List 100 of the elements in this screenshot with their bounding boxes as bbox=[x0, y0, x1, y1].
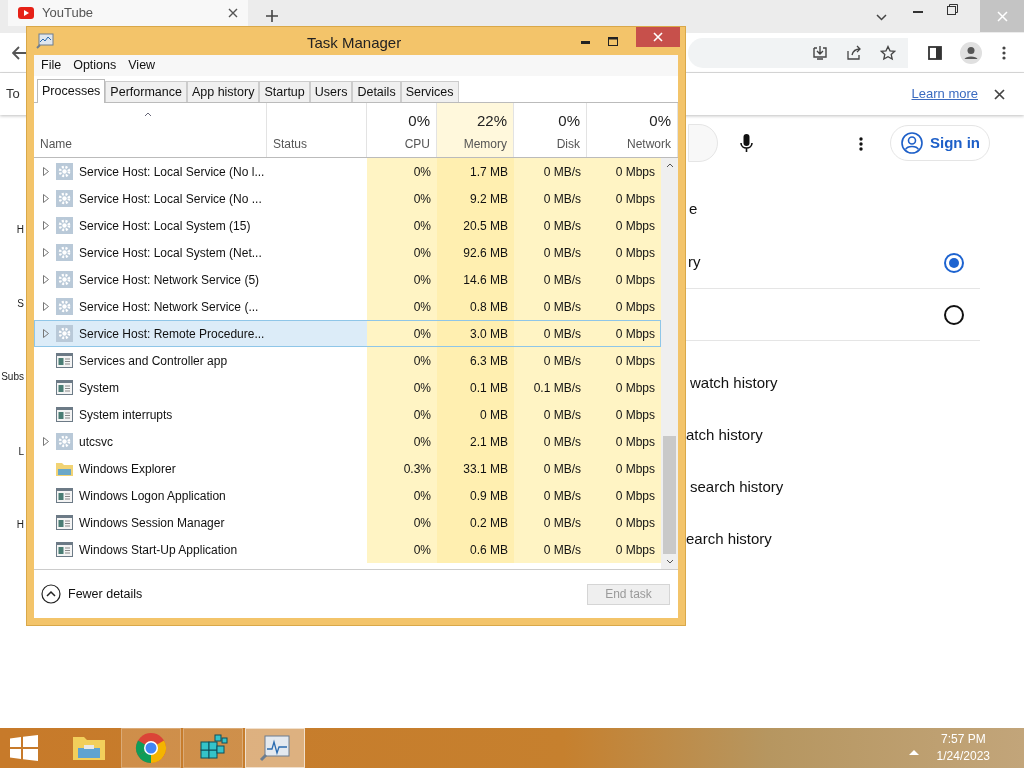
gear-icon bbox=[56, 271, 73, 288]
expand-arrow-icon[interactable] bbox=[43, 302, 51, 311]
window-icon bbox=[56, 353, 73, 368]
expand-arrow-icon[interactable] bbox=[43, 248, 51, 257]
table-cell: 0 Mbps bbox=[587, 428, 661, 455]
sidebar-text[interactable]: H bbox=[16, 517, 24, 532]
tab[interactable]: Details bbox=[352, 81, 401, 102]
scroll-up-icon[interactable] bbox=[665, 163, 674, 168]
column-total: 0% bbox=[558, 110, 580, 131]
windows-start-icon[interactable] bbox=[10, 735, 38, 761]
window-icon bbox=[56, 407, 73, 422]
sign-in-button[interactable]: Sign in bbox=[890, 125, 990, 161]
history-action[interactable]: atch history bbox=[686, 425, 784, 445]
sidebar-text[interactable]: H bbox=[16, 222, 24, 237]
taskbar-button[interactable] bbox=[121, 728, 181, 768]
process-name: Windows Session Manager bbox=[79, 514, 225, 532]
expand-arrow-icon[interactable] bbox=[43, 275, 51, 284]
restore-icon[interactable] bbox=[947, 4, 958, 15]
collapse-icon[interactable] bbox=[41, 584, 61, 604]
table-cell: 0% bbox=[367, 212, 437, 239]
table-cell: 0% bbox=[367, 158, 437, 185]
tab[interactable]: Performance bbox=[105, 81, 187, 102]
browser-tab[interactable]: YouTube bbox=[8, 0, 248, 26]
table-cell: 0 Mbps bbox=[587, 158, 661, 185]
chevron-down-icon[interactable] bbox=[876, 14, 887, 21]
star-icon[interactable] bbox=[880, 44, 896, 61]
column-header[interactable]: Name bbox=[40, 135, 266, 153]
menu-item[interactable]: View bbox=[128, 56, 156, 75]
share-icon[interactable] bbox=[846, 44, 862, 61]
table-cell: 0% bbox=[367, 482, 437, 509]
expand-arrow-icon[interactable] bbox=[43, 194, 51, 203]
close-icon bbox=[996, 10, 1008, 22]
table-cell: 0% bbox=[367, 374, 437, 401]
taskbar-button[interactable] bbox=[245, 728, 305, 768]
table-cell: 0 MB/s bbox=[514, 239, 587, 266]
close-icon[interactable] bbox=[994, 88, 1005, 100]
expand-arrow-icon[interactable] bbox=[43, 221, 51, 230]
scrollbar-thumb[interactable] bbox=[663, 436, 676, 554]
process-name: Service Host: Local Service (No ... bbox=[79, 190, 262, 208]
history-action[interactable]: earch history bbox=[686, 529, 784, 549]
close-icon[interactable] bbox=[228, 8, 238, 18]
tab[interactable]: Processes bbox=[37, 79, 106, 103]
table-cell: 0 MB/s bbox=[514, 455, 587, 482]
microphone-icon[interactable] bbox=[740, 134, 753, 153]
gear-icon bbox=[56, 190, 73, 207]
install-icon[interactable] bbox=[812, 44, 828, 61]
maximize-icon[interactable] bbox=[608, 36, 618, 46]
tab[interactable]: App history bbox=[186, 81, 260, 102]
column-header[interactable]: Disk bbox=[556, 135, 580, 153]
scrollbar[interactable] bbox=[661, 158, 678, 569]
table-cell: 0% bbox=[367, 347, 437, 374]
gear-icon bbox=[56, 433, 73, 450]
learn-more-link[interactable]: Learn more bbox=[911, 84, 978, 104]
table-cell: 0 Mbps bbox=[587, 401, 661, 428]
table-cell: 0 MB bbox=[437, 401, 514, 428]
tab[interactable]: Startup bbox=[259, 81, 310, 102]
menu-item[interactable]: Options bbox=[73, 56, 117, 75]
side-panel-icon[interactable] bbox=[928, 45, 942, 60]
fewer-details-link[interactable]: Fewer details bbox=[68, 584, 143, 604]
column-header[interactable]: CPU bbox=[404, 135, 430, 153]
column-total: 0% bbox=[408, 110, 430, 131]
profile-icon[interactable] bbox=[960, 41, 982, 64]
show-hidden-icons-icon[interactable] bbox=[908, 749, 919, 755]
tab[interactable]: Users bbox=[309, 81, 353, 102]
sidebar-text[interactable]: L bbox=[18, 444, 24, 459]
close-button[interactable] bbox=[636, 27, 680, 47]
selected-row[interactable]: Service Host: Remote Procedure... 0% 3.0 MB 0 MB/s 0 Mbps bbox=[34, 320, 661, 347]
expand-arrow-icon[interactable] bbox=[43, 437, 51, 446]
table-cell: 0% bbox=[367, 185, 437, 212]
omnibox[interactable] bbox=[688, 37, 908, 68]
table-cell: 0% bbox=[367, 509, 437, 536]
more-options-icon[interactable] bbox=[859, 137, 863, 151]
new-tab-icon[interactable] bbox=[266, 10, 278, 22]
process-name: Windows Logon Application bbox=[79, 487, 226, 505]
history-action[interactable]: search history bbox=[690, 477, 784, 497]
history-action[interactable]: watch history bbox=[690, 373, 784, 393]
close-icon bbox=[653, 32, 663, 42]
sidebar-text[interactable]: Subs bbox=[1, 369, 24, 384]
minimize-icon[interactable] bbox=[581, 40, 590, 44]
table-cell: 0 Mbps bbox=[587, 185, 661, 212]
back-arrow-icon[interactable] bbox=[12, 45, 28, 60]
column-header[interactable]: Network bbox=[627, 135, 671, 153]
menu-icon[interactable] bbox=[1002, 45, 1006, 60]
tab[interactable]: Services bbox=[400, 81, 459, 102]
taskbar-button[interactable] bbox=[183, 728, 243, 768]
scroll-down-icon[interactable] bbox=[665, 559, 674, 564]
column-header[interactable]: Status bbox=[273, 135, 366, 153]
radio-button[interactable] bbox=[944, 304, 964, 325]
expand-arrow-icon[interactable] bbox=[43, 329, 51, 338]
chrome-logo-icon bbox=[135, 732, 167, 764]
table-cell: 0 MB/s bbox=[514, 212, 587, 239]
menu-item[interactable]: File bbox=[41, 56, 62, 75]
radio-button[interactable] bbox=[944, 252, 964, 273]
table-cell: 0 MB/s bbox=[514, 185, 587, 212]
table-cell: 14.6 MB bbox=[437, 266, 514, 293]
table-cell: 0 Mbps bbox=[587, 455, 661, 482]
sidebar-text[interactable]: S bbox=[17, 296, 24, 311]
expand-arrow-icon[interactable] bbox=[43, 167, 51, 176]
column-header[interactable]: Memory bbox=[463, 135, 507, 153]
option-label: ry bbox=[688, 252, 701, 273]
